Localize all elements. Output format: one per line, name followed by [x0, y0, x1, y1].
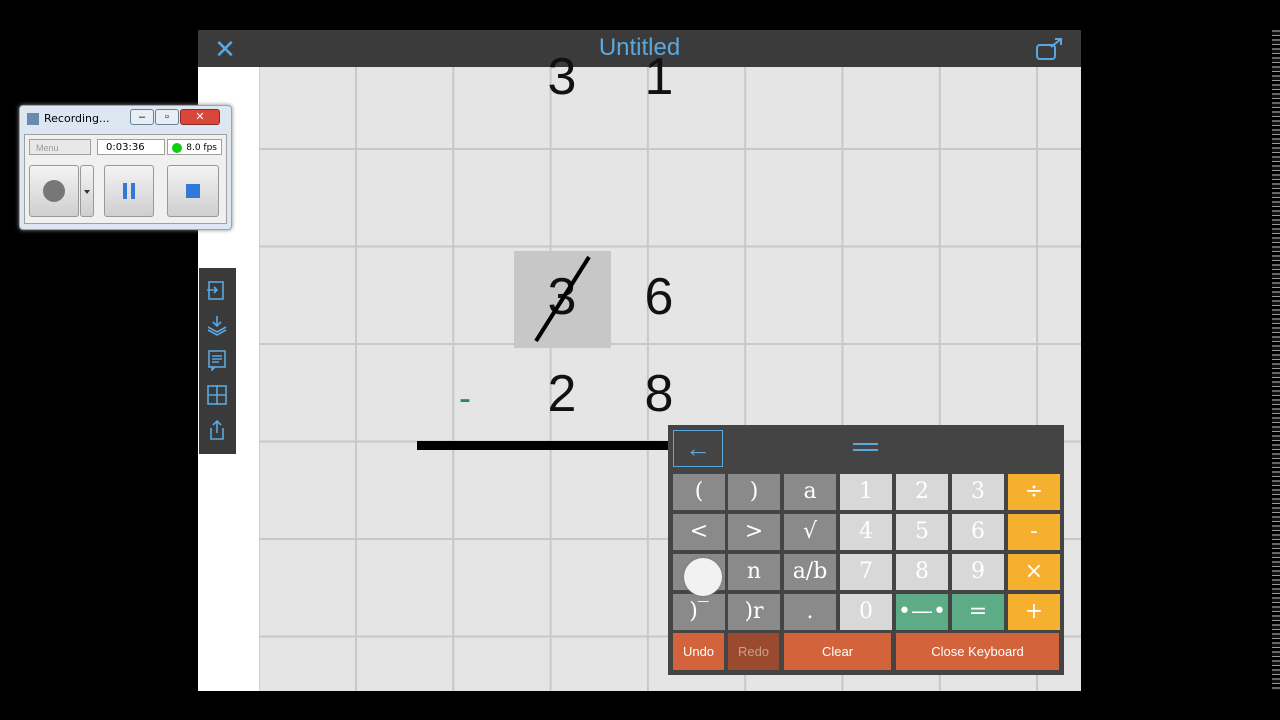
sum-line: [417, 441, 709, 450]
key-r1-c6[interactable]: 3: [952, 474, 1004, 510]
key-r2-c4[interactable]: 4: [840, 514, 892, 550]
import-icon[interactable]: [206, 279, 228, 301]
grid-icon[interactable]: [206, 384, 228, 406]
key-r3-c3[interactable]: a/b: [784, 554, 836, 590]
pause-button[interactable]: [104, 165, 154, 217]
key-r4-c3[interactable]: .: [784, 594, 836, 630]
fps-readout: 8.0 fps: [167, 139, 222, 155]
recorder-window: Recording... – ▫ ✕ Menu 0:03:36 8.0 fps: [19, 105, 232, 230]
key-r2-c5[interactable]: 5: [896, 514, 948, 550]
clear-button[interactable]: Clear: [784, 633, 891, 670]
elapsed-time: 0:03:36: [97, 139, 165, 155]
fps-value: 8.0 fps: [186, 143, 217, 153]
key-r3-c4[interactable]: 7: [840, 554, 892, 590]
key-r4-c4[interactable]: 0: [840, 594, 892, 630]
key-r1-c5[interactable]: 2: [896, 474, 948, 510]
tool-sidebar: [199, 268, 236, 454]
window-close-button[interactable]: ✕: [180, 109, 220, 125]
key-r1-c3[interactable]: a: [784, 474, 836, 510]
key-r4-c6[interactable]: =: [952, 594, 1004, 630]
status-dot-icon: [172, 143, 182, 153]
share-icon[interactable]: [1035, 36, 1065, 62]
key-r1-c7[interactable]: ÷: [1008, 474, 1060, 510]
strike-through-mark: [534, 255, 591, 343]
key-r2-c1[interactable]: <: [673, 514, 725, 550]
pause-icon: [123, 183, 135, 199]
record-options-button[interactable]: [80, 165, 94, 217]
minus-sign[interactable]: -: [459, 377, 471, 419]
stop-button[interactable]: [167, 165, 219, 217]
minimize-button[interactable]: –: [130, 109, 154, 125]
drag-handle-icon[interactable]: [853, 443, 878, 451]
undo-button[interactable]: Undo: [673, 633, 724, 670]
top-digit-2[interactable]: 1: [611, 47, 707, 107]
key-r4-c7[interactable]: +: [1008, 594, 1060, 630]
recorder-controls: Menu 0:03:36 8.0 fps: [24, 134, 227, 224]
key-r2-c2[interactable]: >: [728, 514, 780, 550]
top-digit-1[interactable]: 3: [514, 47, 610, 107]
export-icon[interactable]: [206, 419, 228, 441]
subtrahend-tens[interactable]: 2: [514, 364, 610, 424]
key-r2-c6[interactable]: 6: [952, 514, 1004, 550]
key-r1-c4[interactable]: 1: [840, 474, 892, 510]
stop-icon: [186, 184, 200, 198]
key-r3-c6[interactable]: 9: [952, 554, 1004, 590]
key-r1-c1[interactable]: (: [673, 474, 725, 510]
key-r2-c3[interactable]: √: [784, 514, 836, 550]
key-r2-c7[interactable]: -: [1008, 514, 1060, 550]
recorder-app-icon: [27, 113, 39, 125]
menu-dropdown[interactable]: Menu: [29, 139, 91, 155]
close-keyboard-button[interactable]: Close Keyboard: [896, 633, 1059, 670]
backspace-button[interactable]: ←: [673, 430, 723, 467]
key-r3-c5[interactable]: 8: [896, 554, 948, 590]
key-r4-c2[interactable]: )r: [728, 594, 780, 630]
chevron-down-icon: [84, 190, 90, 194]
key-r4-c1[interactable]: )‾: [673, 594, 725, 630]
math-keyboard: ← () a 1 2 3 ÷ < > √ 4 5 6- n a/b 7 8 9 × )‾)r. 0 •—• = + Undo…: [668, 425, 1064, 675]
key-r4-c5[interactable]: •—•: [896, 594, 948, 630]
minuend-ones[interactable]: 6: [611, 267, 707, 327]
edge-artifact: [1272, 30, 1280, 690]
key-r3-c2[interactable]: n: [728, 554, 780, 590]
record-icon: [43, 180, 65, 202]
notes-icon[interactable]: [206, 349, 228, 371]
subtrahend-ones[interactable]: 8: [611, 364, 707, 424]
recorder-title: Recording...: [44, 112, 110, 125]
key-r3-c7[interactable]: ×: [1008, 554, 1060, 590]
key-r1-c2[interactable]: ): [728, 474, 780, 510]
redo-button[interactable]: Redo: [728, 633, 779, 670]
record-button[interactable]: [29, 165, 79, 217]
layers-icon[interactable]: [206, 314, 228, 336]
maximize-button[interactable]: ▫: [155, 109, 179, 125]
touch-indicator: [684, 558, 722, 596]
